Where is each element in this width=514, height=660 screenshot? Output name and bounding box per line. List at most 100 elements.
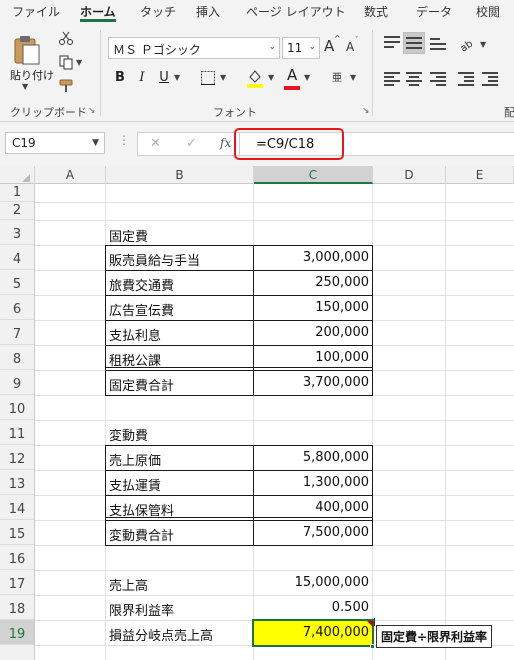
row-header[interactable]: 9 xyxy=(0,370,34,395)
fixed-cost-item-value[interactable]: 3,000,000 xyxy=(256,250,369,265)
variable-cost-total-value[interactable]: 7,500,000 xyxy=(256,525,369,540)
copy-icon[interactable] xyxy=(58,54,74,70)
fixed-cost-item-value[interactable]: 250,000 xyxy=(256,275,369,290)
grow-font-button[interactable]: A xyxy=(324,37,334,55)
break-even-sales-label[interactable]: 損益分岐点売上高 xyxy=(109,625,213,644)
borders-dropdown-caret[interactable]: ▼ xyxy=(220,73,226,82)
fixed-cost-item-label[interactable]: 支払利息 xyxy=(109,325,161,344)
underline-dropdown-caret[interactable]: ▼ xyxy=(174,73,180,82)
variable-cost-item-value[interactable]: 1,300,000 xyxy=(256,475,369,490)
tab-review[interactable]: 校閲 xyxy=(476,3,500,20)
increase-indent-icon[interactable] xyxy=(482,72,498,86)
fixed-cost-item-value[interactable]: 150,000 xyxy=(256,300,369,315)
variable-cost-header[interactable]: 変動費 xyxy=(109,425,148,444)
bold-button[interactable]: B xyxy=(110,68,130,88)
paste-button-label[interactable]: 貼り付け xyxy=(10,67,54,83)
break-even-sales-value[interactable]: 7,400,000 xyxy=(256,625,369,640)
column-header-d[interactable]: D xyxy=(373,166,446,184)
format-painter-icon[interactable] xyxy=(58,78,76,94)
tab-formulas[interactable]: 数式 xyxy=(364,3,388,20)
fixed-cost-item-value[interactable]: 100,000 xyxy=(256,350,369,365)
column-header-a[interactable]: A xyxy=(35,166,106,184)
tab-file[interactable]: ファイル xyxy=(12,3,60,20)
variable-cost-item-label[interactable]: 売上原価 xyxy=(109,450,161,469)
row-header[interactable]: 2 xyxy=(0,202,34,220)
font-launcher-icon[interactable]: ↘ xyxy=(362,106,370,116)
name-box[interactable]: C19 ▼ xyxy=(5,132,105,154)
font-size-select[interactable]: 11 ⌄ xyxy=(282,37,320,59)
tab-page-layout[interactable]: ページ レイアウト xyxy=(246,3,346,20)
row-header[interactable]: 5 xyxy=(0,270,34,295)
fixed-cost-item-label[interactable]: 租税公課 xyxy=(109,350,161,369)
column-header-b[interactable]: B xyxy=(106,166,254,184)
shrink-font-button[interactable]: A xyxy=(346,40,354,54)
row-header[interactable]: 13 xyxy=(0,470,34,495)
align-top-icon[interactable] xyxy=(384,36,400,50)
fill-handle[interactable] xyxy=(370,644,375,649)
enter-icon[interactable]: ✓ xyxy=(186,136,197,151)
align-right-icon[interactable] xyxy=(430,72,446,86)
select-all-corner[interactable] xyxy=(0,166,35,184)
copy-dropdown-caret[interactable]: ▼ xyxy=(76,58,82,67)
row-header[interactable]: 14 xyxy=(0,495,34,520)
row-header[interactable]: 4 xyxy=(0,245,34,270)
cut-icon[interactable] xyxy=(58,30,74,46)
row-header[interactable] xyxy=(0,645,34,660)
fixed-cost-total-value[interactable]: 3,700,000 xyxy=(256,375,369,390)
orientation-dropdown-caret[interactable]: ▼ xyxy=(480,40,486,49)
insert-function-icon[interactable]: fx xyxy=(220,136,231,150)
row-header-selected[interactable]: 19 xyxy=(0,620,34,645)
formula-bar-splitter[interactable]: ⋮ xyxy=(118,133,130,147)
underline-button[interactable]: U xyxy=(154,68,174,88)
align-middle-icon[interactable] xyxy=(406,36,422,50)
align-center-icon[interactable] xyxy=(406,72,422,86)
sales-label[interactable]: 売上高 xyxy=(109,575,148,594)
fill-color-icon[interactable] xyxy=(246,68,264,88)
variable-cost-total-label[interactable]: 変動費合計 xyxy=(109,525,174,544)
fixed-cost-item-label[interactable]: 広告宣伝費 xyxy=(109,300,174,319)
phonetic-guide-button[interactable]: 亜 xyxy=(332,69,342,84)
variable-cost-item-label[interactable]: 支払保管料 xyxy=(109,500,174,519)
align-bottom-icon[interactable] xyxy=(430,36,446,50)
contribution-margin-ratio-value[interactable]: 0.500 xyxy=(256,600,369,615)
contribution-margin-ratio-label[interactable]: 限界利益率 xyxy=(109,600,174,619)
tab-data[interactable]: データ xyxy=(416,3,452,20)
italic-button[interactable]: I xyxy=(132,68,152,88)
font-name-select[interactable]: ＭＳ Ｐゴシック ⌄ xyxy=(108,37,280,59)
fixed-cost-item-value[interactable]: 200,000 xyxy=(256,325,369,340)
row-header[interactable]: 16 xyxy=(0,545,34,570)
row-header[interactable]: 10 xyxy=(0,395,34,420)
row-header[interactable]: 15 xyxy=(0,520,34,545)
comment-indicator-icon[interactable] xyxy=(367,621,373,627)
orientation-icon[interactable]: ab xyxy=(458,36,476,52)
row-header[interactable]: 8 xyxy=(0,345,34,370)
row-header[interactable]: 17 xyxy=(0,570,34,595)
row-header[interactable]: 18 xyxy=(0,595,34,620)
tab-home[interactable]: ホーム xyxy=(80,3,116,20)
paste-icon[interactable] xyxy=(12,34,42,66)
column-header-e[interactable]: E xyxy=(446,166,514,184)
align-left-icon[interactable] xyxy=(384,72,400,86)
tab-touch[interactable]: タッチ xyxy=(140,3,176,20)
font-color-button[interactable]: A xyxy=(287,66,297,84)
row-header[interactable]: 6 xyxy=(0,295,34,320)
fixed-cost-header[interactable]: 固定費 xyxy=(109,226,148,245)
row-header[interactable]: 11 xyxy=(0,420,34,445)
fixed-cost-total-label[interactable]: 固定費合計 xyxy=(109,375,174,394)
sales-value[interactable]: 15,000,000 xyxy=(256,575,369,590)
clipboard-launcher-icon[interactable]: ↘ xyxy=(88,106,96,116)
variable-cost-item-label[interactable]: 支払運賃 xyxy=(109,475,161,494)
fixed-cost-item-label[interactable]: 販売員給与手当 xyxy=(109,250,200,269)
fixed-cost-item-label[interactable]: 旅費交通費 xyxy=(109,275,174,294)
tab-insert[interactable]: 挿入 xyxy=(196,3,220,20)
fill-color-dropdown-caret[interactable]: ▼ xyxy=(268,73,274,82)
row-header[interactable]: 3 xyxy=(0,220,34,245)
column-header-c[interactable]: C xyxy=(254,166,373,184)
font-color-dropdown-caret[interactable]: ▼ xyxy=(304,73,310,82)
row-header[interactable]: 7 xyxy=(0,320,34,345)
cancel-icon[interactable]: ✕ xyxy=(150,136,161,151)
phonetic-dropdown-caret[interactable]: ▼ xyxy=(350,73,356,82)
row-header[interactable]: 12 xyxy=(0,445,34,470)
borders-icon[interactable] xyxy=(200,70,216,86)
variable-cost-item-value[interactable]: 400,000 xyxy=(256,500,369,515)
